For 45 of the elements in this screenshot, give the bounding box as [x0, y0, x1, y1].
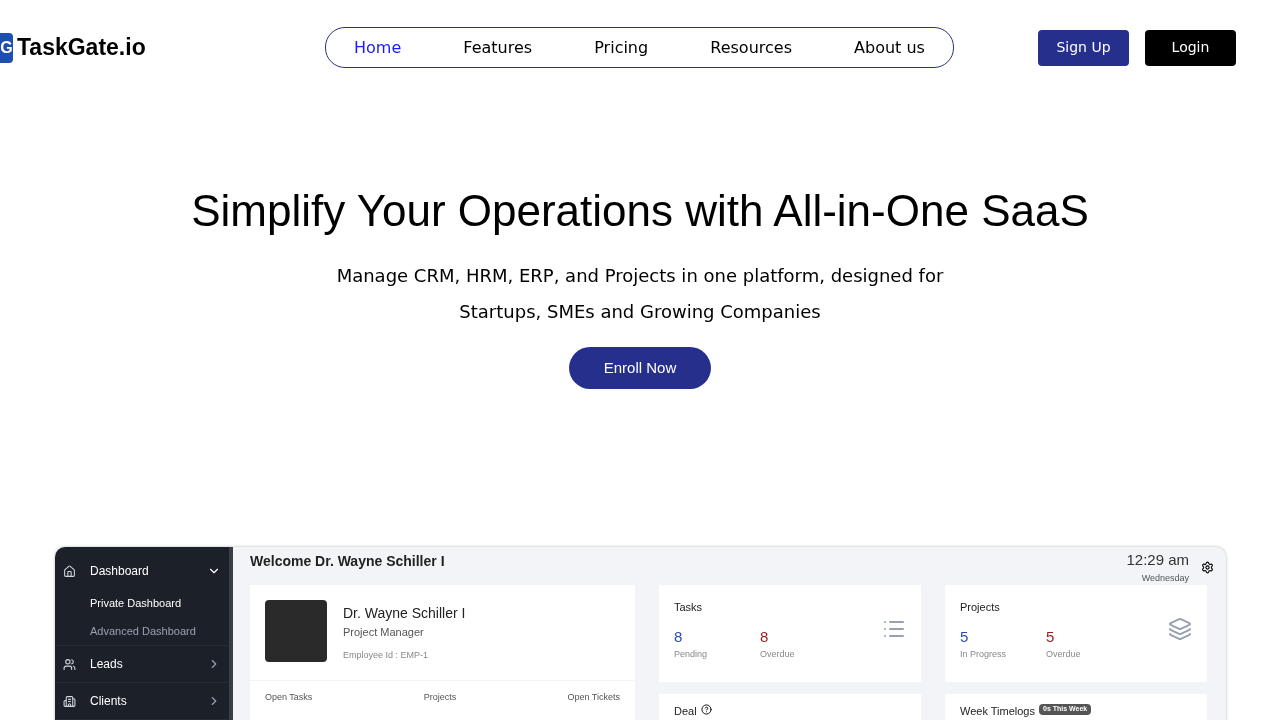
profile-name: Dr. Wayne Schiller I — [343, 604, 466, 623]
users-icon — [63, 657, 76, 671]
card-title: Deal — [674, 704, 697, 719]
nav-link[interactable]: Resources — [710, 35, 792, 60]
sidebar-subitem[interactable]: Private Dashboard — [55, 589, 229, 617]
hero-subtitle: Manage CRM, HRM, ERP, and Projects in one platform, designed for — [336, 264, 944, 288]
day-label: Wednesday — [1141, 571, 1189, 585]
nav-link[interactable]: Home — [354, 35, 402, 60]
logo-text: TaskGate.io — [17, 33, 146, 63]
metric-value: 5 — [960, 626, 970, 647]
login-button[interactable]: Login — [1145, 29, 1236, 66]
layers-icon — [1168, 617, 1192, 641]
nav-link[interactable]: Pricing — [594, 35, 649, 60]
enroll-button[interactable]: Enroll Now — [569, 347, 711, 389]
sign-up-button[interactable]: Sign Up — [1038, 29, 1129, 66]
sidebar-item[interactable]: Dashboard — [55, 559, 229, 583]
stat-label: Projects — [423, 691, 457, 704]
stat-label: Open Tickets — [567, 691, 620, 704]
sidebar-item[interactable]: Clients — [55, 689, 229, 713]
sidebar-subitem[interactable]: Advanced Dashboard — [55, 617, 229, 645]
card-title: Week Timelogs — [960, 704, 1035, 719]
building-icon — [63, 694, 76, 708]
metric-label: In Progress — [960, 648, 1006, 661]
avatar-placeholder — [265, 600, 327, 662]
metric-label: Overdue — [760, 648, 796, 661]
hero-title: Simplify Your Operations with All-in-One SaaS — [191, 185, 1089, 237]
metric-value: 5 — [1046, 626, 1056, 647]
card-title: Tasks — [674, 600, 704, 615]
settings-icon[interactable] — [1201, 560, 1214, 574]
nav-link[interactable]: Features — [463, 35, 533, 60]
nav-link[interactable]: About us — [854, 35, 925, 60]
metric-value: 8 — [760, 626, 770, 647]
metric-label: Pending — [674, 648, 709, 661]
card-title: Projects — [960, 600, 1001, 615]
home-icon — [63, 564, 76, 578]
logo-mark: G — [0, 32, 13, 63]
sidebar-item[interactable]: Leads — [55, 652, 229, 676]
welcome-title: Welcome Dr. Wayne Schiller I — [250, 552, 445, 571]
stat-label: Open Tasks — [265, 691, 313, 704]
metric-label: Overdue — [1046, 648, 1082, 661]
clock-time: 12:29 am — [1126, 550, 1189, 570]
hero-subtitle: Startups, SMEs and Growing Companies — [459, 300, 821, 324]
profile-role: Project Manager — [343, 625, 425, 640]
metric-value: 8 — [674, 626, 684, 647]
employee-id: Employee Id : EMP-1 — [343, 648, 430, 662]
